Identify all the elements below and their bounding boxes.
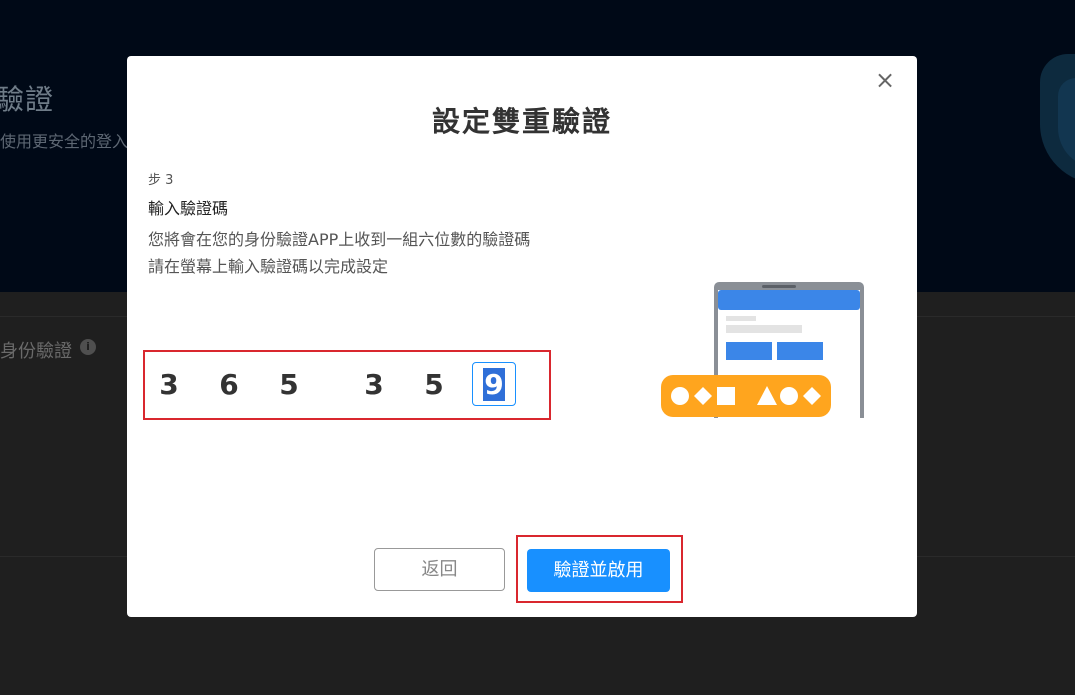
code-digit-input-4[interactable]: 3 [352, 362, 396, 406]
code-digit-input-6[interactable]: 9 [472, 362, 516, 406]
description-line: 請在螢幕上輸入驗證碼以完成設定 [148, 257, 389, 276]
circle-shape [671, 387, 689, 405]
modal-title: 設定雙重驗證 [431, 105, 612, 138]
step-label: 步 3 [148, 173, 174, 188]
placeholder-line [726, 316, 756, 321]
screen-button [726, 342, 772, 360]
selected-digit: 9 [483, 368, 505, 401]
identity-verification-label: 身份驗證 [0, 341, 72, 362]
description-line: 您將會在您的身份驗證APP上收到一組六位數的驗證碼 [148, 230, 531, 249]
square-shape [717, 387, 735, 405]
close-icon[interactable]: × [873, 68, 897, 92]
code-digit-input-5[interactable]: 5 [412, 362, 456, 406]
authenticator-phone-illustration [661, 282, 864, 418]
background-description: 使用更安全的登入 [0, 132, 129, 151]
screen-button [777, 342, 823, 360]
circle-shape [780, 387, 798, 405]
screen-header [718, 290, 860, 310]
code-digit-input-1[interactable]: 3 [147, 362, 191, 406]
step-heading: 輸入驗證碼 [148, 199, 229, 218]
code-digit-input-3[interactable]: 5 [267, 362, 311, 406]
two-factor-setup-modal: × 設定雙重驗證 步 3 輸入驗證碼 您將會在您的身份驗證APP上收到一組六位數… [127, 56, 917, 617]
phone-speaker [762, 285, 796, 288]
step-description: 您將會在您的身份驗證APP上收到一組六位數的驗證碼 請在螢幕上輸入驗證碼以完成設… [148, 226, 530, 280]
code-digit-input-2[interactable]: 6 [207, 362, 251, 406]
placeholder-line [726, 325, 802, 333]
verify-and-enable-button[interactable]: 驗證並啟用 [527, 549, 670, 592]
background-title: 驗證 [0, 83, 55, 116]
back-button[interactable]: 返回 [374, 548, 505, 591]
info-icon[interactable]: i [80, 339, 96, 355]
